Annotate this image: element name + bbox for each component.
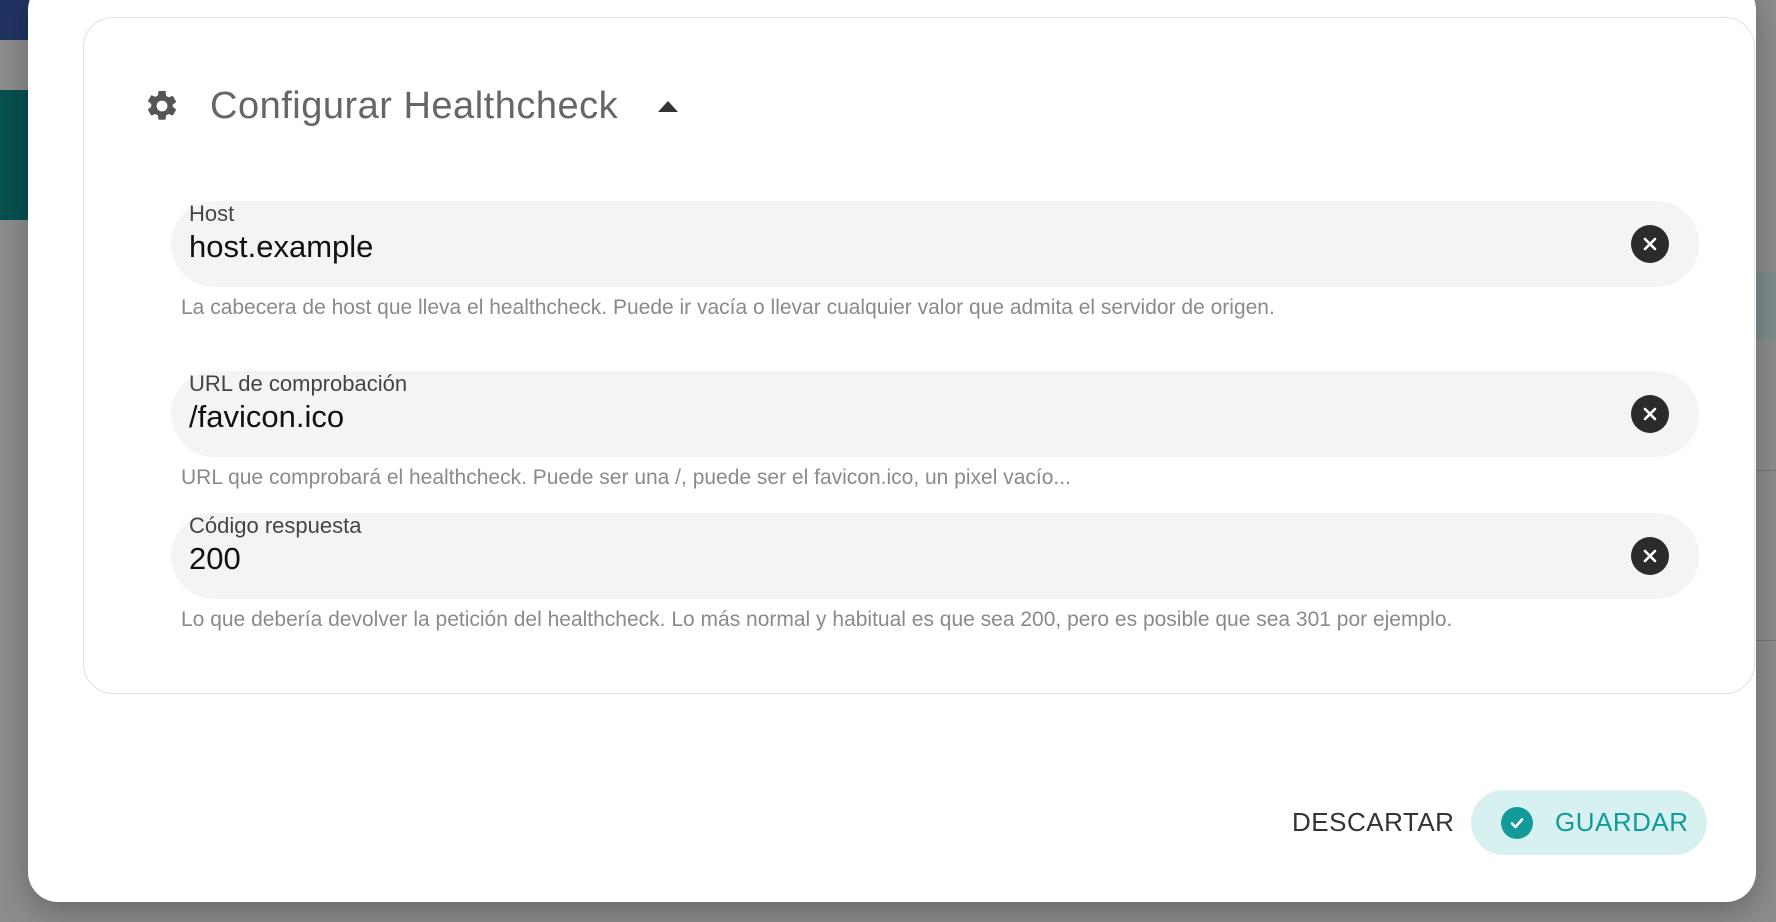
healthcheck-section-card: Configurar Healthcheck Host La cabecera … [83, 17, 1755, 694]
host-helper-text: La cabecera de host que lleva el healthc… [181, 296, 1275, 319]
check-circle-icon [1501, 806, 1533, 839]
discard-button[interactable]: DESCARTAR [1282, 802, 1464, 842]
section-title: Configurar Healthcheck [210, 84, 619, 127]
gear-icon [144, 88, 180, 124]
clear-icon[interactable] [1631, 225, 1669, 263]
check-url-helper-text: URL que comprobará el healthcheck. Puede… [181, 466, 1071, 489]
host-field-label: Host [189, 201, 235, 226]
section-header[interactable]: Configurar Healthcheck [144, 76, 679, 136]
host-field[interactable]: Host [171, 201, 1699, 287]
check-url-field-label: URL de comprobación [189, 371, 408, 396]
save-button[interactable]: GUARDAR [1471, 790, 1707, 855]
clear-icon[interactable] [1631, 395, 1669, 433]
check-url-field[interactable]: URL de comprobación [171, 371, 1699, 457]
save-button-label: GUARDAR [1555, 807, 1689, 837]
response-code-field-label: Código respuesta [189, 513, 362, 538]
response-code-helper-text: Lo que debería devolver la petición del … [181, 608, 1453, 631]
response-code-input[interactable] [189, 541, 1569, 577]
caret-up-icon[interactable] [658, 100, 679, 112]
check-url-input[interactable] [189, 399, 1569, 435]
host-input[interactable] [189, 229, 1569, 265]
healthcheck-dialog: Configurar Healthcheck Host La cabecera … [28, 0, 1756, 902]
response-code-field[interactable]: Código respuesta [171, 513, 1699, 599]
clear-icon[interactable] [1631, 537, 1669, 575]
